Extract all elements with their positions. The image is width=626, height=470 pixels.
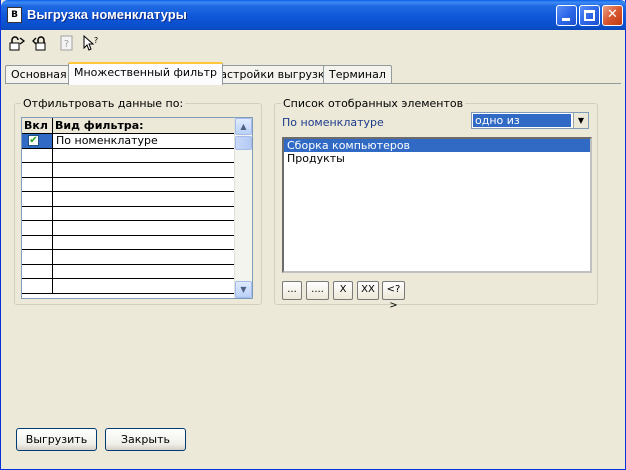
filter-group-label: Отфильтровать данные по: bbox=[21, 97, 186, 110]
filter-table: Вкл Вид фильтра: ✔ По номенклатуре ▲ ▼ bbox=[21, 117, 253, 299]
table-row[interactable] bbox=[22, 264, 234, 279]
scroll-down-icon[interactable]: ▼ bbox=[235, 281, 252, 298]
scroll-thumb[interactable] bbox=[235, 136, 252, 150]
enabled-cell[interactable] bbox=[22, 206, 53, 220]
close-icon: ✕ bbox=[607, 7, 618, 22]
enabled-cell[interactable] bbox=[22, 192, 53, 206]
chevron-down-icon[interactable]: ▼ bbox=[573, 113, 588, 128]
main-window: В Выгрузка номенклатуры ✕ ? ? Основная М… bbox=[0, 0, 626, 470]
column-header-enabled[interactable]: Вкл bbox=[22, 118, 53, 134]
table-row[interactable] bbox=[22, 221, 234, 236]
enabled-cell[interactable] bbox=[22, 235, 53, 249]
filter-table-header: Вкл Вид фильтра: bbox=[22, 118, 234, 134]
enabled-cell[interactable] bbox=[22, 177, 53, 191]
filter-type-cell[interactable] bbox=[53, 207, 234, 221]
minimize-button[interactable] bbox=[556, 5, 577, 26]
table-row[interactable] bbox=[22, 163, 234, 178]
enabled-cell[interactable] bbox=[22, 264, 53, 278]
filter-table-body: ✔ По номенклатуре bbox=[22, 134, 234, 294]
table-row[interactable] bbox=[22, 279, 234, 294]
maximize-icon bbox=[584, 10, 595, 21]
select-single-button[interactable]: ... bbox=[282, 281, 302, 300]
scroll-up-icon[interactable]: ▲ bbox=[235, 118, 252, 135]
table-row[interactable] bbox=[22, 206, 234, 221]
delete-item-button[interactable]: X bbox=[333, 281, 353, 300]
filter-type-cell[interactable] bbox=[53, 265, 234, 279]
enabled-cell[interactable] bbox=[22, 221, 53, 235]
filter-table-scrollbar[interactable]: ▲ ▼ bbox=[234, 118, 252, 298]
title-bar[interactable]: В Выгрузка номенклатуры ✕ bbox=[1, 0, 626, 30]
filter-type-cell[interactable]: По номенклатуре bbox=[53, 134, 234, 148]
filter-type-cell[interactable] bbox=[53, 163, 234, 177]
filter-type-cell[interactable] bbox=[53, 192, 234, 206]
enabled-cell[interactable] bbox=[22, 250, 53, 264]
selected-elements-list[interactable]: Сборка компьютеров Продукты bbox=[282, 137, 592, 273]
tab-main[interactable]: Основная bbox=[5, 65, 73, 84]
minimize-icon bbox=[562, 18, 570, 21]
window-title: Выгрузка номенклатуры bbox=[27, 7, 187, 22]
filter-type-cell[interactable] bbox=[53, 250, 234, 264]
close-button[interactable]: ✕ bbox=[602, 5, 623, 26]
table-row[interactable] bbox=[22, 177, 234, 192]
table-row[interactable] bbox=[22, 235, 234, 250]
condition-select-value: одно из bbox=[473, 114, 571, 127]
delete-all-button[interactable]: XX bbox=[357, 281, 379, 300]
filter-name-label: По номенклатуре bbox=[282, 116, 384, 129]
list-item[interactable]: Продукты bbox=[284, 152, 590, 165]
lock-closed-icon[interactable] bbox=[31, 35, 51, 55]
enabled-cell[interactable] bbox=[22, 279, 53, 293]
help-icon[interactable]: ? bbox=[57, 35, 77, 55]
enabled-checkbox[interactable]: ✔ bbox=[28, 135, 39, 146]
list-item[interactable]: Сборка компьютеров bbox=[284, 139, 590, 152]
enabled-cell[interactable] bbox=[22, 148, 53, 162]
lock-open-icon[interactable] bbox=[7, 35, 27, 55]
enabled-cell[interactable]: ✔ bbox=[22, 134, 53, 148]
tab-terminal[interactable]: Терминал bbox=[323, 65, 392, 84]
toolbar: ? ? bbox=[7, 33, 307, 57]
filter-type-cell[interactable] bbox=[53, 221, 234, 235]
filter-type-cell[interactable] bbox=[53, 149, 234, 163]
tab-strip: Основная Множественный фильтр Настройки … bbox=[5, 62, 625, 85]
tab-export-settings[interactable]: Настройки выгрузки bbox=[206, 65, 338, 84]
app-icon: В bbox=[7, 7, 22, 23]
tab-multiple-filter[interactable]: Множественный фильтр bbox=[68, 62, 223, 85]
filter-type-cell[interactable] bbox=[53, 178, 234, 192]
pointer-help-icon[interactable]: ? bbox=[81, 34, 101, 55]
selected-elements-group-label: Список отобранных элементов bbox=[281, 97, 466, 110]
condition-help-button[interactable]: <?> bbox=[382, 281, 405, 311]
table-row[interactable]: ✔ По номенклатуре bbox=[22, 134, 234, 149]
table-row[interactable] bbox=[22, 250, 234, 265]
maximize-button[interactable] bbox=[579, 5, 600, 26]
svg-text:?: ? bbox=[64, 39, 69, 50]
filter-type-cell[interactable] bbox=[53, 279, 234, 293]
svg-text:?: ? bbox=[94, 36, 98, 45]
filter-type-cell[interactable] bbox=[53, 236, 234, 250]
export-button[interactable]: Выгрузить bbox=[16, 428, 97, 451]
select-multiple-button[interactable]: .... bbox=[306, 281, 329, 300]
enabled-cell[interactable] bbox=[22, 163, 53, 177]
column-header-filter-type[interactable]: Вид фильтра: bbox=[53, 118, 234, 134]
table-row[interactable] bbox=[22, 192, 234, 207]
condition-select[interactable]: одно из ▼ bbox=[471, 112, 589, 129]
close-dialog-button[interactable]: Закрыть bbox=[105, 428, 186, 451]
table-row[interactable] bbox=[22, 148, 234, 163]
